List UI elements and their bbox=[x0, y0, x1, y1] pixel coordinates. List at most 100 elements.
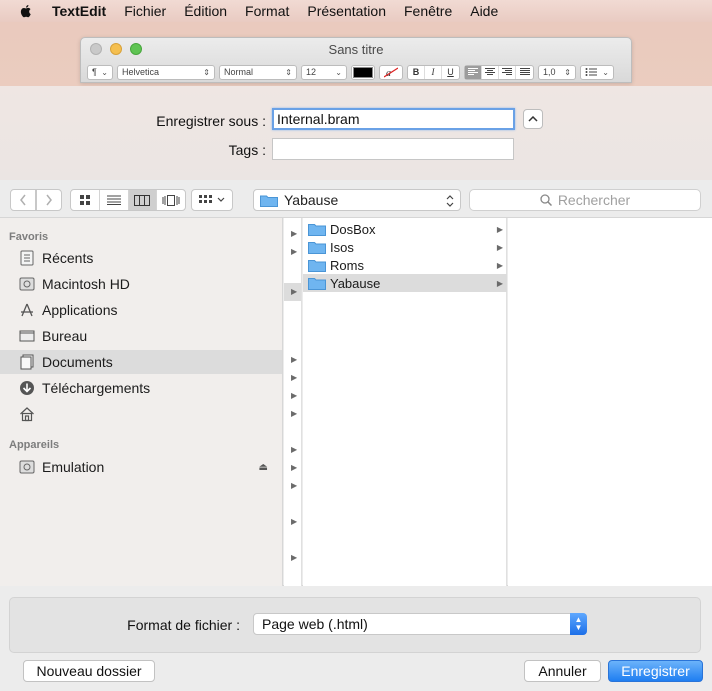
browser-column-folders: DosBox ▶ Isos ▶ Roms ▶ Yabause ▶ bbox=[303, 218, 507, 586]
applications-icon bbox=[18, 301, 36, 319]
disclosure-triangle-icon[interactable]: ▶ bbox=[291, 247, 297, 256]
expand-dialog-button[interactable] bbox=[523, 109, 543, 129]
align-center-icon[interactable] bbox=[482, 65, 499, 79]
sidebar-item-recents[interactable]: Récents bbox=[0, 246, 282, 270]
disclosure-triangle-icon[interactable]: ▶ bbox=[291, 445, 297, 454]
save-button[interactable]: Enregistrer bbox=[608, 660, 703, 682]
folder-icon bbox=[260, 195, 278, 207]
disclosure-triangle-icon[interactable]: ▶ bbox=[291, 391, 297, 400]
location-popup[interactable]: Yabause bbox=[253, 189, 461, 211]
disclosure-triangle-icon[interactable]: ▶ bbox=[291, 373, 297, 382]
font-style-popup[interactable]: Normal ⇕ bbox=[219, 64, 297, 80]
font-size-combo[interactable]: 12 ⌄ bbox=[301, 64, 347, 80]
back-button[interactable] bbox=[10, 189, 36, 211]
disclosure-triangle-icon[interactable]: ▶ bbox=[291, 481, 297, 490]
cover-flow-view-icon[interactable] bbox=[157, 190, 185, 210]
documents-icon bbox=[18, 353, 36, 371]
updown-chevron-icon: ⇕ bbox=[564, 67, 571, 77]
textedit-window: Sans titre ¶ ⌄ Helvetica ⇕ Normal ⇕ 12 ⌄ a B… bbox=[80, 37, 632, 83]
cancel-button[interactable]: Annuler bbox=[524, 660, 601, 682]
line-spacing-popup[interactable]: 1,0 ⇕ bbox=[538, 64, 576, 80]
menu-bar: TextEdit Fichier Édition Format Présenta… bbox=[0, 0, 712, 22]
sidebar-item-macintosh-hd[interactable]: Macintosh HD bbox=[0, 272, 282, 296]
tags-input[interactable] bbox=[272, 138, 514, 160]
arrange-button[interactable] bbox=[191, 189, 233, 211]
disclosure-triangle-icon: ▶ bbox=[496, 260, 503, 270]
background-color-well[interactable]: a bbox=[379, 64, 403, 80]
new-folder-button[interactable]: Nouveau dossier bbox=[23, 660, 155, 682]
folder-name: Yabause bbox=[330, 275, 381, 291]
forward-button[interactable] bbox=[36, 189, 62, 211]
home-icon bbox=[18, 405, 36, 423]
folder-icon bbox=[308, 241, 326, 254]
sidebar-item-applications[interactable]: Applications bbox=[0, 298, 282, 322]
column-view-icon[interactable] bbox=[128, 190, 158, 210]
menu-aide[interactable]: Aide bbox=[470, 3, 498, 19]
sidebar-item-label: Documents bbox=[42, 354, 113, 370]
disclosure-triangle-icon[interactable]: ▶ bbox=[291, 229, 297, 238]
updown-chevron-icon: ⇕ bbox=[285, 67, 292, 77]
italic-button[interactable]: I bbox=[425, 65, 442, 79]
chevron-down-icon: ⌄ bbox=[101, 67, 108, 77]
disclosure-triangle-icon[interactable]: ▶ bbox=[291, 409, 297, 418]
menu-presentation[interactable]: Présentation bbox=[307, 3, 386, 19]
search-field[interactable]: Rechercher bbox=[469, 189, 701, 211]
disk-icon bbox=[18, 458, 36, 476]
window-title: Sans titre bbox=[328, 42, 384, 57]
underline-button[interactable]: U bbox=[442, 66, 459, 79]
list-item[interactable]: Isos ▶ bbox=[303, 238, 507, 256]
sidebar-item-home[interactable] bbox=[0, 402, 282, 426]
sidebar-item-documents[interactable]: Documents bbox=[0, 350, 282, 374]
font-style-value: Normal bbox=[224, 67, 254, 77]
font-family-popup[interactable]: Helvetica ⇕ bbox=[117, 64, 215, 80]
menu-fenetre[interactable]: Fenêtre bbox=[404, 3, 452, 19]
list-view-icon[interactable] bbox=[100, 190, 129, 210]
disclosure-triangle-icon[interactable]: ▶ bbox=[291, 463, 297, 472]
disclosure-triangle-icon: ▶ bbox=[496, 278, 503, 288]
paragraph-style-popup[interactable]: ¶ ⌄ bbox=[87, 64, 113, 80]
apple-logo-icon[interactable] bbox=[18, 3, 34, 19]
format-label: Format de fichier : bbox=[127, 617, 240, 633]
disclosure-triangle-icon[interactable]: ▶ bbox=[284, 283, 301, 301]
alignment-segment bbox=[464, 64, 534, 80]
sidebar-item-label: Emulation bbox=[42, 459, 105, 475]
sidebar-item-telechargements[interactable]: Téléchargements bbox=[0, 376, 282, 400]
sidebar-item-label: Applications bbox=[42, 302, 118, 318]
list-item[interactable]: Yabause ▶ bbox=[303, 274, 507, 292]
disclosure-triangle-icon[interactable]: ▶ bbox=[291, 553, 297, 562]
list-style-popup[interactable]: ⌄ bbox=[580, 64, 614, 80]
menu-fichier[interactable]: Fichier bbox=[124, 3, 166, 19]
file-format-value: Page web (.html) bbox=[262, 616, 368, 632]
browser-toolbar: Yabause Rechercher bbox=[0, 187, 712, 213]
menu-edition[interactable]: Édition bbox=[184, 3, 227, 19]
disclosure-triangle-icon[interactable]: ▶ bbox=[291, 355, 297, 364]
align-justify-icon[interactable] bbox=[516, 66, 533, 79]
list-item[interactable]: Roms ▶ bbox=[303, 256, 507, 274]
recents-icon bbox=[18, 249, 36, 267]
align-right-icon[interactable] bbox=[499, 65, 516, 79]
menu-app-textedit[interactable]: TextEdit bbox=[52, 3, 106, 19]
disclosure-triangle-icon[interactable]: ▶ bbox=[291, 517, 297, 526]
sidebar-header-devices: Appareils bbox=[9, 439, 60, 451]
list-item[interactable]: DosBox ▶ bbox=[303, 220, 507, 238]
text-color-well[interactable] bbox=[351, 64, 375, 80]
bold-button[interactable]: B bbox=[408, 65, 425, 79]
save-as-input[interactable] bbox=[272, 108, 515, 130]
chevron-right-icon bbox=[46, 194, 52, 206]
arrange-grid-icon bbox=[199, 195, 212, 203]
menu-format[interactable]: Format bbox=[245, 3, 289, 19]
sidebar-item-bureau[interactable]: Bureau bbox=[0, 324, 282, 348]
folder-icon bbox=[308, 223, 326, 236]
file-format-popup[interactable]: Page web (.html) ▲ ▼ bbox=[253, 613, 587, 635]
updown-chevron-icon: ⇕ bbox=[203, 67, 210, 77]
sidebar-item-emulation[interactable]: Emulation ⏏ bbox=[0, 455, 282, 479]
chevron-up-icon bbox=[528, 116, 538, 122]
save-sheet-header bbox=[0, 86, 712, 180]
no-color-icon: a bbox=[384, 66, 398, 78]
eject-icon[interactable]: ⏏ bbox=[259, 462, 268, 473]
align-left-icon[interactable] bbox=[465, 65, 482, 79]
sidebar-item-label: Macintosh HD bbox=[42, 276, 130, 292]
folder-icon bbox=[308, 259, 326, 272]
file-browser: Favoris Récents Macintosh HD Application… bbox=[0, 217, 712, 586]
icon-view-icon[interactable] bbox=[71, 190, 100, 210]
